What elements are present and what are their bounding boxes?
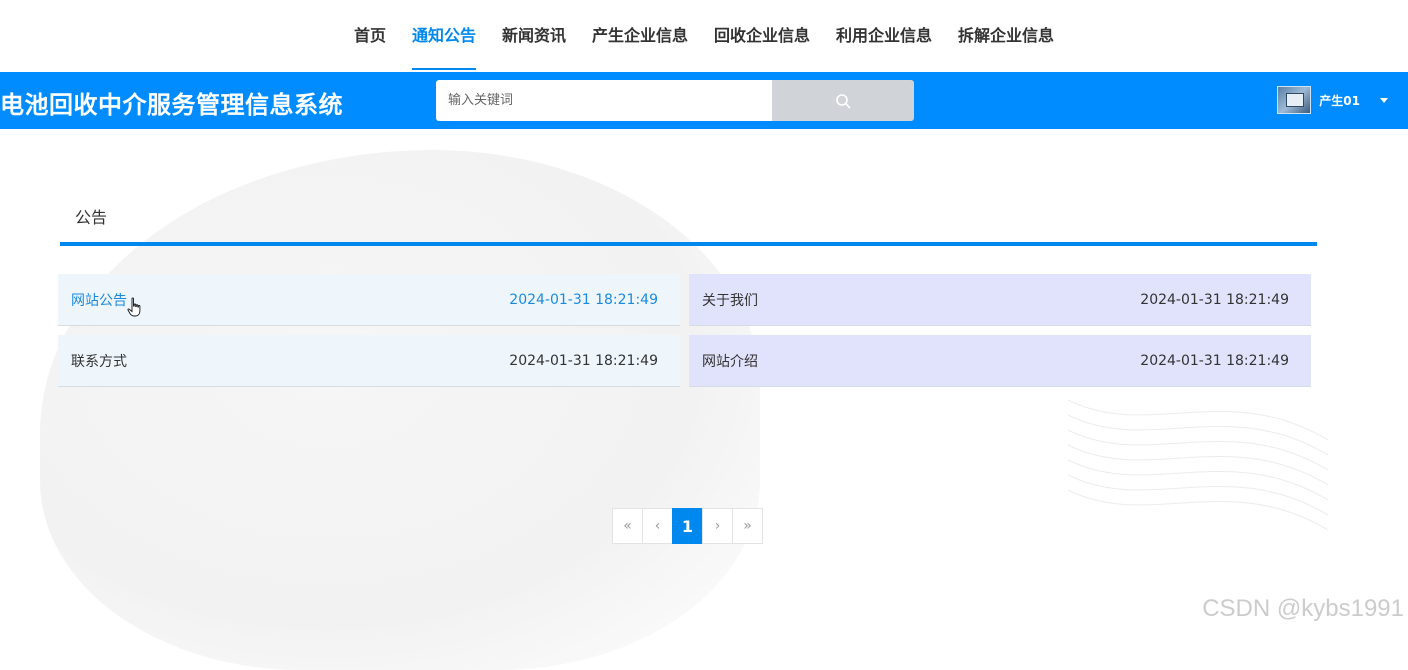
section-underline [60, 242, 1317, 246]
nav-item-home[interactable]: 首页 [341, 2, 399, 70]
header-bar: 电池回收中介服务管理信息系统 产生01 [0, 72, 1408, 129]
site-title: 电池回收中介服务管理信息系统 [0, 91, 343, 119]
prev-page-button[interactable]: ‹ [642, 508, 673, 544]
user-menu[interactable]: 产生01 [1277, 80, 1388, 120]
next-page-button[interactable]: › [702, 508, 733, 544]
nav-list: 首页 通知公告 新闻资讯 产生企业信息 回收企业信息 利用企业信息 拆解企业信息 [341, 2, 1067, 70]
search-box [436, 80, 914, 121]
notice-date: 2024-01-31 18:21:49 [1140, 291, 1289, 308]
notice-item[interactable]: 网站公告 2024-01-31 18:21:49 [58, 274, 680, 326]
last-page-button[interactable]: » [732, 508, 763, 544]
page-button-current[interactable]: 1 [672, 508, 703, 544]
search-icon [836, 93, 851, 108]
first-page-button[interactable]: « [612, 508, 643, 544]
search-input[interactable] [436, 80, 772, 121]
notice-title: 关于我们 [702, 292, 758, 309]
nav-item-user-companies[interactable]: 利用企业信息 [823, 2, 945, 70]
user-name: 产生01 [1319, 93, 1360, 108]
notice-list: 网站公告 2024-01-31 18:21:49 关于我们 2024-01-31… [58, 274, 1312, 387]
notice-date: 2024-01-31 18:21:49 [509, 352, 658, 369]
notice-title: 网站公告 [71, 283, 143, 317]
watermark: CSDN @kybs1991 [1202, 595, 1404, 622]
pagination: « ‹ 1 › » [612, 508, 763, 544]
nav-item-recycler-companies[interactable]: 回收企业信息 [701, 2, 823, 70]
nav-item-news[interactable]: 新闻资讯 [489, 2, 579, 70]
notice-item[interactable]: 关于我们 2024-01-31 18:21:49 [689, 274, 1311, 326]
notice-date: 2024-01-31 18:21:49 [509, 291, 658, 308]
nav-item-notices[interactable]: 通知公告 [399, 2, 489, 70]
notice-item[interactable]: 联系方式 2024-01-31 18:21:49 [58, 335, 680, 387]
section-title: 公告 [75, 208, 108, 227]
notice-title-text: 网站公告 [71, 292, 127, 309]
notice-title: 联系方式 [71, 353, 127, 370]
search-button[interactable] [772, 80, 914, 121]
avatar [1277, 86, 1312, 114]
notice-title: 网站介绍 [702, 353, 758, 370]
nav-item-producer-companies[interactable]: 产生企业信息 [579, 2, 701, 70]
notice-item[interactable]: 网站介绍 2024-01-31 18:21:49 [689, 335, 1311, 387]
hand-pointer-icon [127, 296, 141, 316]
caret-down-icon [1380, 97, 1388, 103]
notice-date: 2024-01-31 18:21:49 [1140, 352, 1289, 369]
background-wave-lines [1068, 399, 1328, 531]
top-navigation: 首页 通知公告 新闻资讯 产生企业信息 回收企业信息 利用企业信息 拆解企业信息 [0, 0, 1408, 72]
notice-section: 公告 [60, 192, 1317, 246]
nav-item-dismantler-companies[interactable]: 拆解企业信息 [945, 2, 1067, 70]
